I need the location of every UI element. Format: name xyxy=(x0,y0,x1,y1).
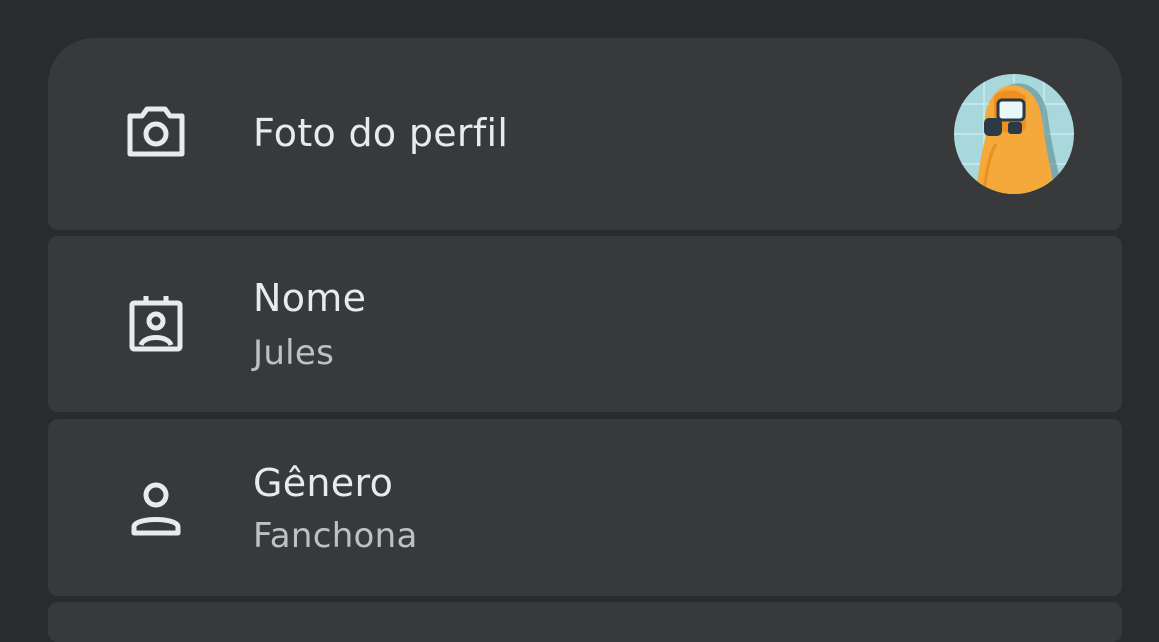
next-row[interactable] xyxy=(48,602,1122,642)
gender-value: Fanchona xyxy=(253,516,418,556)
badge-icon xyxy=(124,291,188,355)
camera-icon xyxy=(124,98,188,162)
avatar[interactable] xyxy=(954,74,1074,194)
profile-photo-label: Foto do perfil xyxy=(253,111,509,155)
name-value: Jules xyxy=(253,333,335,373)
name-label: Nome xyxy=(253,276,367,320)
gender-label: Gênero xyxy=(253,461,394,505)
name-row[interactable]: Nome Jules xyxy=(48,236,1122,412)
profile-photo-row[interactable]: Foto do perfil xyxy=(48,38,1122,230)
person-icon xyxy=(124,477,188,541)
gender-row[interactable]: Gênero Fanchona xyxy=(48,419,1122,596)
